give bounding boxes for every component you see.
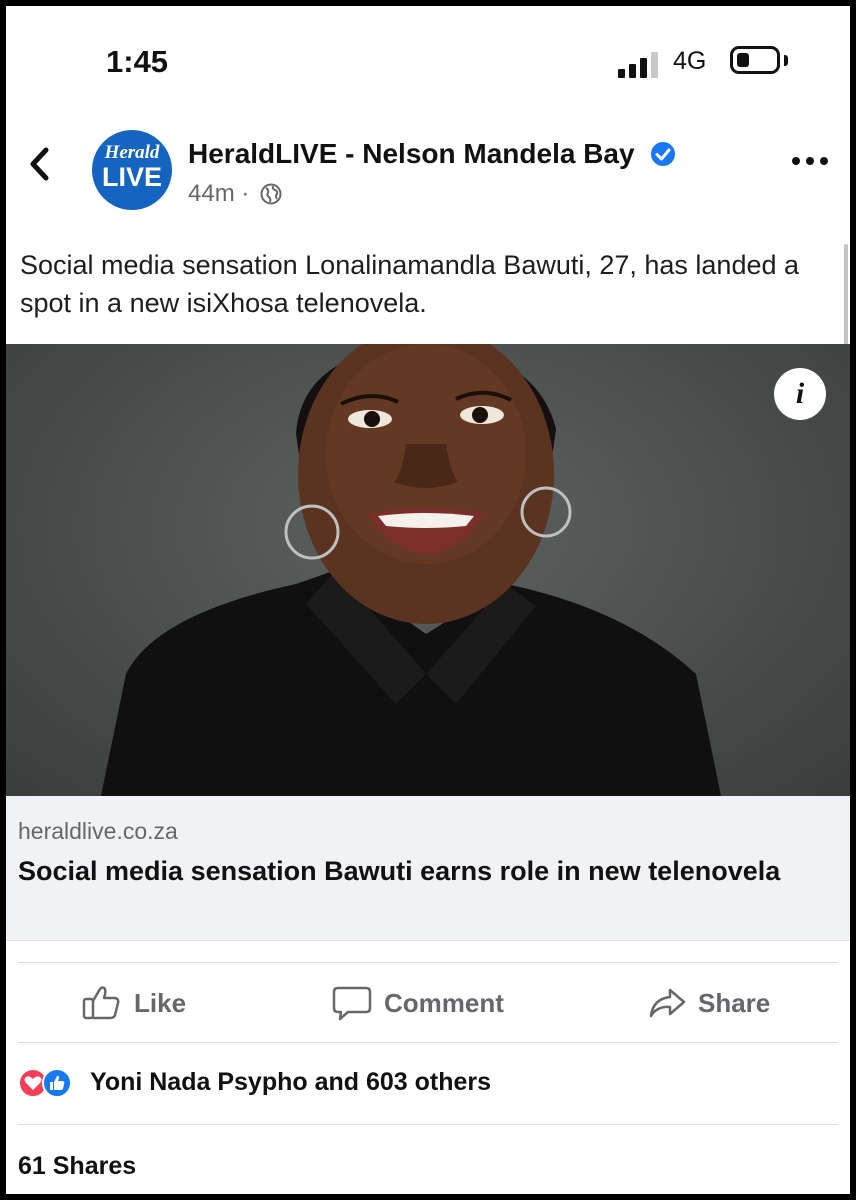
network-type: 4G	[673, 47, 707, 75]
comment-button[interactable]: Comment	[332, 984, 552, 1024]
status-time: 1:45	[106, 44, 169, 79]
info-button[interactable]: i	[774, 368, 826, 420]
reactions-summary[interactable]: Yoni Nada Psypho and 603 others	[90, 1068, 491, 1097]
divider-middle	[18, 1042, 838, 1043]
link-domain: heraldlive.co.za	[18, 818, 178, 844]
more-options-icon[interactable]	[792, 154, 828, 168]
thumbs-up-icon	[82, 986, 120, 1020]
portrait-illustration	[101, 344, 721, 796]
like-label: Like	[134, 988, 187, 1018]
battery-tip	[784, 55, 788, 66]
comment-label: Comment	[384, 988, 504, 1018]
share-arrow-icon	[649, 988, 686, 1018]
logo-text-top: Herald	[104, 142, 160, 163]
share-button[interactable]: Share	[648, 984, 798, 1024]
reaction-icons[interactable]	[18, 1068, 78, 1100]
post-meta: 44m ·	[188, 180, 282, 208]
post-caption: Social media sensation Lonalinamandla Ba…	[20, 250, 800, 318]
page-name-row: HeraldLIVE - Nelson Mandela Bay	[188, 138, 676, 170]
meta-separator: ·	[241, 180, 250, 207]
signal-icon	[618, 50, 664, 78]
shares-count[interactable]: 61 Shares	[18, 1152, 136, 1181]
comment-icon	[332, 986, 372, 1021]
logo-text-bottom: LIVE	[101, 162, 162, 192]
divider-top	[18, 962, 838, 963]
link-title[interactable]: Social media sensation Bawuti earns role…	[18, 850, 818, 892]
screen: 1:45 4G Herald LIVE HeraldLIVE - Nelson …	[6, 6, 850, 1194]
like-button[interactable]: Like	[82, 984, 222, 1024]
divider-bottom	[18, 1124, 838, 1125]
globe-icon	[260, 183, 282, 205]
verified-badge-icon	[651, 142, 676, 166]
page-avatar[interactable]: Herald LIVE	[92, 130, 172, 210]
post-photo[interactable]	[6, 344, 850, 796]
page-name[interactable]: HeraldLIVE - Nelson Mandela Bay	[188, 138, 635, 169]
like-reaction-icon	[42, 1068, 72, 1098]
back-icon[interactable]	[28, 146, 50, 182]
post-time[interactable]: 44m	[188, 180, 235, 207]
share-label: Share	[698, 988, 771, 1018]
info-icon: i	[795, 377, 805, 410]
battery-icon	[730, 46, 780, 74]
